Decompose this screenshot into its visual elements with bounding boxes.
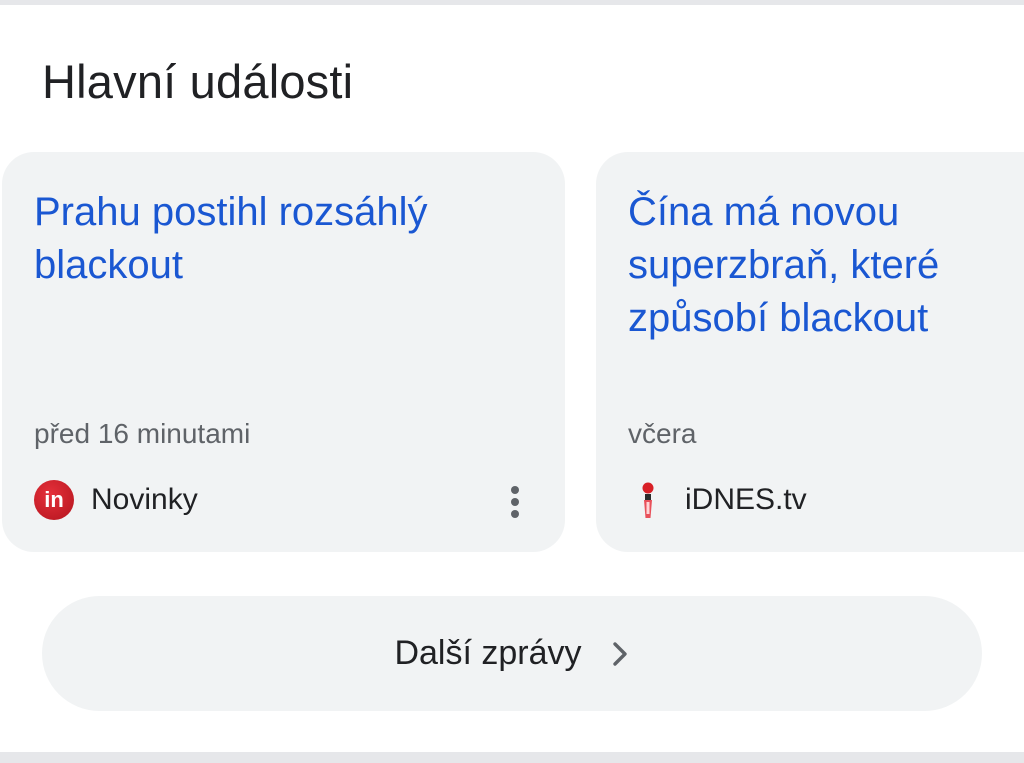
card-source: in Novinky — [34, 479, 198, 521]
card-timestamp: před 16 minutami — [34, 418, 251, 449]
source-name: iDNES.tv — [685, 483, 807, 516]
card-timestamp: včera — [628, 418, 697, 449]
more-news-label: Další zprávy — [394, 634, 582, 672]
novinky-logo-icon: in — [34, 480, 74, 520]
source-name: Novinky — [91, 483, 198, 516]
bottom-divider — [0, 752, 1024, 763]
news-card[interactable]: Čína má novou superzbraň, které způsobí … — [596, 152, 1024, 552]
section-title: Hlavní události — [42, 55, 354, 108]
top-divider — [0, 0, 1024, 5]
more-news-button[interactable]: Další zprávy — [42, 596, 982, 711]
card-headline[interactable]: Čína má novou superzbraň, které způsobí … — [628, 186, 1024, 345]
chevron-right-icon — [612, 641, 630, 667]
card-headline[interactable]: Prahu postihl rozsáhlý blackout — [34, 186, 534, 292]
card-source: iDNES.tv — [628, 479, 807, 521]
novinky-logo-text: in — [44, 487, 64, 512]
news-carousel[interactable]: Prahu postihl rozsáhlý blackout před 16 … — [0, 152, 1024, 554]
more-vert-icon[interactable] — [502, 484, 528, 520]
idnes-logo-icon — [628, 480, 668, 520]
news-card[interactable]: Prahu postihl rozsáhlý blackout před 16 … — [2, 152, 565, 552]
